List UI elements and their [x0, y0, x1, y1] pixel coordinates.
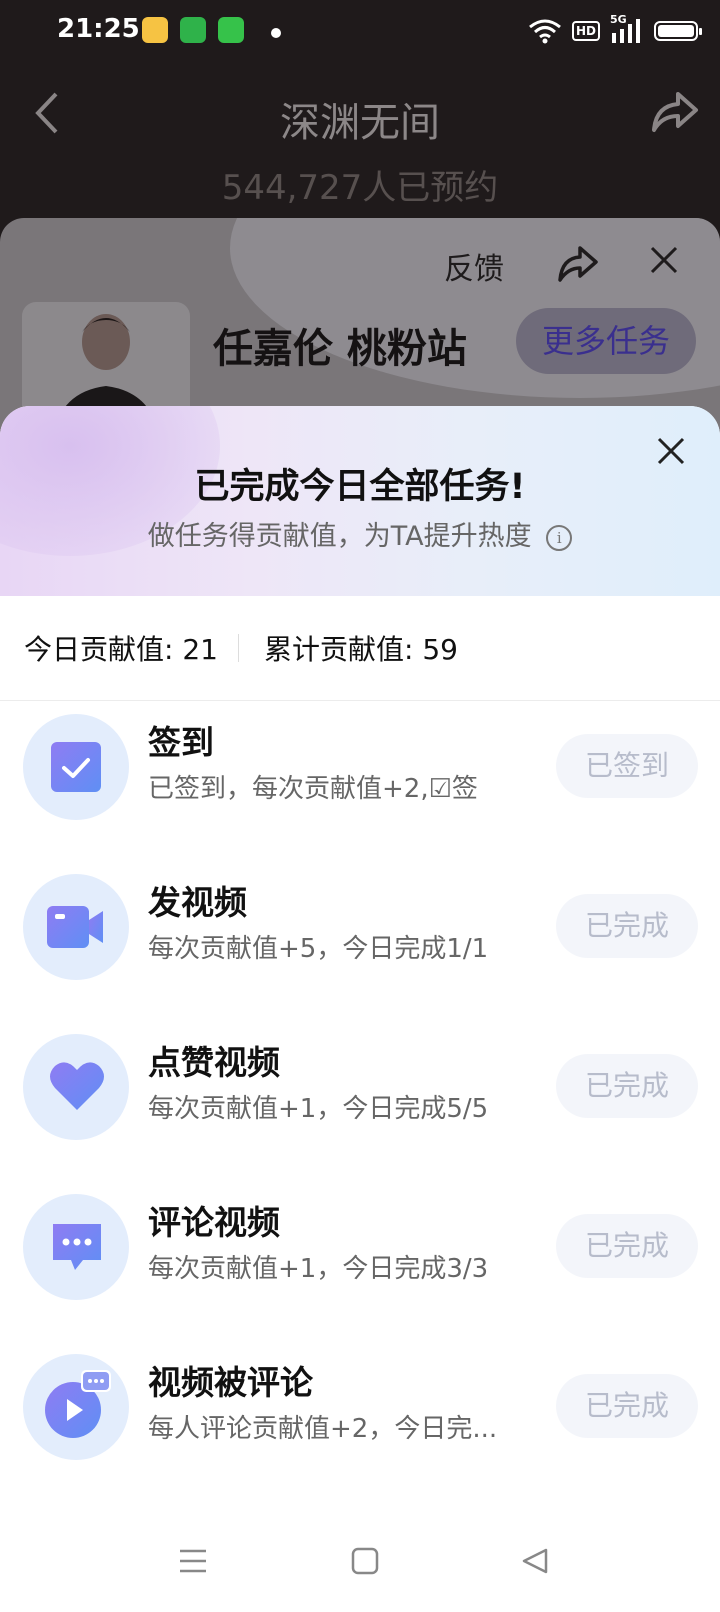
status-time: 21:25	[57, 14, 140, 44]
task-status-button[interactable]: 已完成	[556, 1054, 698, 1118]
task-description: 每次贡献值+1，今日完成3/3	[148, 1254, 489, 1284]
task-status-button[interactable]: 已完成	[556, 1374, 698, 1438]
close-icon[interactable]	[656, 436, 686, 466]
task-description: 每次贡献值+5，今日完成1/1	[148, 934, 489, 964]
top-bar: 深渊无间	[0, 80, 720, 150]
task-item-like-video: 点赞视频 每次贡献值+1，今日完成5/5 已完成	[0, 1022, 720, 1162]
total-contribution: 累计贡献值: 59	[264, 633, 458, 666]
task-status-button[interactable]: 已签到	[556, 734, 698, 798]
stats-divider	[238, 634, 239, 662]
task-title: 评论视频	[148, 1203, 280, 1242]
task-title: 点赞视频	[148, 1043, 280, 1082]
messages-app-icon	[218, 17, 244, 43]
wifi-icon	[529, 19, 561, 44]
menu-icon[interactable]	[178, 1546, 208, 1576]
comment-bubble-icon	[23, 1194, 129, 1300]
task-title: 签到	[148, 723, 214, 762]
back-triangle-icon[interactable]	[520, 1546, 550, 1576]
sheet-header: 已完成今日全部任务! 做任务得贡献值，为TA提升热度 i	[0, 406, 720, 596]
task-sheet: 已完成今日全部任务! 做任务得贡献值，为TA提升热度 i 今日贡献值: 21 累…	[0, 406, 720, 1612]
contribution-stats: 今日贡献值: 21 累计贡献值: 59	[0, 596, 720, 701]
task-item-post-video: 发视频 每次贡献值+5，今日完成1/1 已完成	[0, 862, 720, 1002]
more-tasks-button[interactable]: 更多任务	[516, 308, 696, 374]
fan-station-card: 反馈 任嘉伦 桃粉站 更多任务	[0, 218, 720, 438]
task-status-button[interactable]: 已完成	[556, 1214, 698, 1278]
task-description: 每次贡献值+1，今日完成5/5	[148, 1094, 489, 1124]
task-title: 视频被评论	[148, 1363, 313, 1402]
task-description: 已签到，每次贡献值+2,☑签	[148, 774, 478, 804]
status-bar: 21:25 HD 5G	[0, 0, 720, 64]
signal-icon: 5G	[610, 13, 644, 45]
hd-badge: HD	[571, 21, 600, 41]
share-icon[interactable]	[556, 242, 600, 284]
page-title: 深渊无间	[280, 100, 440, 146]
sheet-title: 已完成今日全部任务!	[194, 467, 526, 507]
iqiyi-app-icon	[180, 17, 206, 43]
home-square-icon[interactable]	[350, 1546, 380, 1576]
today-contribution: 今日贡献值: 21	[24, 633, 218, 666]
status-indicators: HD 5G	[528, 13, 702, 46]
info-icon[interactable]: i	[546, 524, 573, 551]
sheet-subtitle: 做任务得贡献值，为TA提升热度 i	[0, 514, 720, 553]
sheet-subtitle-text: 做任务得贡献值，为TA提升热度	[147, 521, 532, 552]
task-item-comment-video: 评论视频 每次贡献值+1，今日完成3/3 已完成	[0, 1182, 720, 1322]
play-comment-icon	[23, 1354, 129, 1460]
task-title: 发视频	[148, 883, 247, 922]
notification-dot-icon	[271, 28, 281, 38]
battery-icon	[654, 21, 702, 41]
fan-station-name: 任嘉伦 桃粉站	[213, 326, 467, 372]
task-item-video-commented: 视频被评论 每人评论贡献值+2，今日完... 已完成	[0, 1342, 720, 1482]
feedback-link[interactable]: 反馈	[444, 244, 504, 288]
video-camera-icon	[23, 874, 129, 980]
heart-icon	[23, 1034, 129, 1140]
checkbox-icon	[23, 714, 129, 820]
system-nav-bar	[0, 1520, 720, 1612]
task-status-button[interactable]: 已完成	[556, 894, 698, 958]
task-item-sign-in: 签到 已签到，每次贡献值+2,☑签 已签到	[0, 702, 720, 842]
task-description: 每人评论贡献值+2，今日完...	[148, 1414, 498, 1444]
close-icon[interactable]	[648, 244, 680, 276]
share-icon[interactable]	[648, 86, 700, 136]
weibo-app-icon	[142, 17, 168, 43]
reservation-count: 544,727人已预约	[221, 168, 499, 208]
